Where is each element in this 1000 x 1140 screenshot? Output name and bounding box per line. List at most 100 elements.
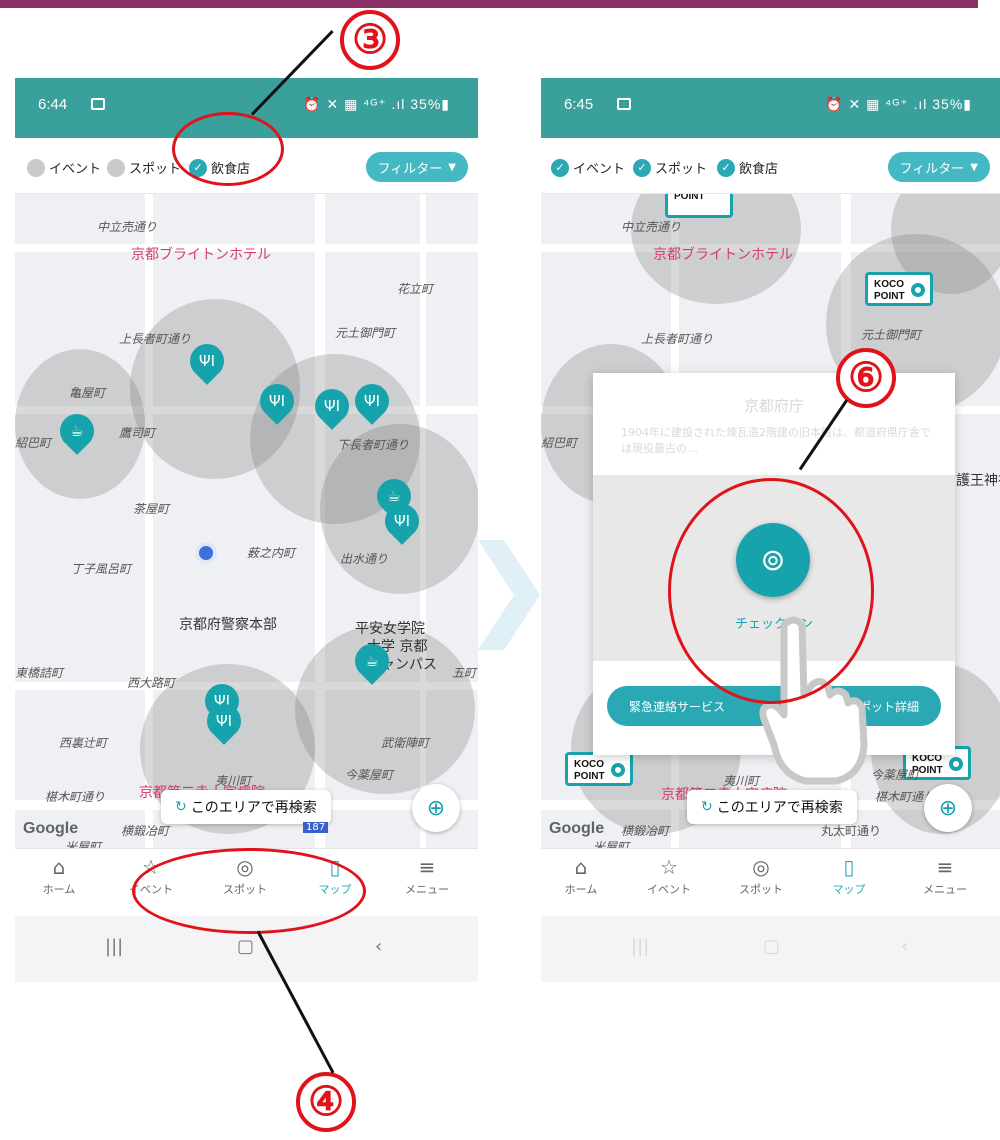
star-icon: ☆ [660, 855, 678, 879]
map-label: 東橋詰町 [15, 666, 64, 680]
map-label: 元土御門町 [335, 326, 396, 340]
map-label: 上長者町通り [119, 332, 192, 346]
fork-knife-icon: ΨΙ [260, 384, 294, 418]
next-step-arrow-icon [478, 540, 540, 650]
filter-event-label: イベント [49, 162, 102, 177]
nav-menu[interactable]: ≡ メニュー [905, 855, 985, 897]
filter-restaurant-checkbox[interactable]: ✓ 飲食店 [717, 158, 778, 177]
crosshair-icon: ⊕ [938, 795, 958, 821]
gallery-icon [91, 98, 105, 110]
map-label: 西裏辻町 [59, 736, 108, 750]
location-pin-icon: ◎ [752, 855, 770, 879]
restaurant-pin[interactable]: ΨΙ [260, 384, 294, 428]
top-accent-bar [0, 0, 978, 8]
nav-home[interactable]: ⌂ ホーム [19, 855, 99, 897]
cafe-pin[interactable]: ☕ [60, 414, 94, 458]
nav-home-label: ホーム [564, 883, 598, 896]
koco-point-text: KOCO [574, 759, 604, 770]
map-label: 京都府警察本部 [179, 617, 277, 633]
back-icon[interactable]: ‹ [375, 936, 382, 957]
recent-apps-icon[interactable]: ||| [105, 936, 123, 957]
coffee-cup-icon: ☕ [60, 414, 94, 448]
map-label: 護王神社 [956, 473, 1000, 489]
map-label: 武衛陣町 [381, 736, 430, 750]
home-icon: ⌂ [574, 855, 588, 879]
map-label: 平安女学院 [355, 621, 425, 637]
home-button-icon[interactable]: ▢ [237, 936, 254, 957]
map-view[interactable]: 中立売通り 京都ブライトンホテル 花立町 上長者町通り 元土御門町 亀屋町 鷹司… [15, 194, 478, 848]
filter-spot-checkbox[interactable]: ✓ スポット [633, 158, 707, 177]
home-icon: ⌂ [52, 855, 66, 879]
restaurant-pin[interactable]: ΨΙ [190, 344, 224, 388]
bottom-nav: ⌂ ホーム ☆ イベント ◎ スポット ▯ マップ ≡ メニュー [541, 848, 1000, 916]
koco-point-text: POINT [674, 194, 705, 202]
filter-button-label: フィルター [377, 161, 443, 177]
cafe-pin[interactable]: ☕ [355, 644, 389, 688]
nav-map[interactable]: ▯ マップ [809, 855, 889, 897]
restaurant-pin[interactable]: ΨΙ [385, 504, 419, 548]
map-label: 横鍛冶町 [621, 824, 670, 838]
koco-point-text: POINT [574, 771, 605, 782]
checkmark-icon: ✓ [551, 158, 569, 177]
map-icon: ▯ [843, 855, 855, 879]
fork-knife-icon: ΨΙ [207, 704, 241, 738]
filter-event-checkbox[interactable]: イベント [27, 158, 101, 177]
nav-menu[interactable]: ≡ メニュー [387, 855, 467, 897]
filter-button[interactable]: フィルター ▼ [887, 152, 990, 182]
tutorial-composite: 6:44 ⏰ ✕ ▦ ⁴ᴳ⁺ .ıl 35%▮ イベント スポット ✓ 飲食店 … [0, 0, 1000, 1140]
map-label: 横鍛冶町 [121, 824, 170, 838]
nav-spot-label: スポット [739, 883, 783, 896]
my-location-button[interactable]: ⊕ [412, 784, 460, 832]
annotation-ellipse-checkin [668, 478, 874, 704]
refresh-icon: ↻ [175, 799, 187, 815]
current-location-dot [195, 542, 217, 564]
koco-point-marker[interactable]: POINT [665, 194, 733, 218]
nav-spot[interactable]: ◎ スポット [721, 855, 801, 897]
annotation-ellipse-research [132, 848, 366, 934]
annotation-step-4: ④ [296, 1072, 356, 1132]
koco-point-text: KOCO [874, 279, 904, 290]
emergency-contact-label: 緊急連絡サービス [629, 699, 726, 714]
restaurant-pin[interactable]: ΨΙ [315, 389, 349, 433]
status-bar: 6:45 ⏰ ✕ ▦ ⁴ᴳ⁺ .ıl 35%▮ [541, 78, 1000, 138]
koco-point-marker[interactable]: KOCO POINT [865, 272, 933, 306]
back-icon[interactable]: ‹ [901, 936, 908, 957]
map-label: 京都ブライトンホテル [131, 247, 271, 263]
nav-home[interactable]: ⌂ ホーム [541, 855, 621, 897]
filter-button[interactable]: フィルター ▼ [365, 152, 468, 182]
research-area-button[interactable]: ↻ このエリアで再検索 [687, 790, 857, 824]
map-label: 中立売通り [621, 220, 682, 234]
modal-title: 京都府庁 [743, 397, 804, 415]
restaurant-pin[interactable]: ΨΙ [207, 704, 241, 748]
map-label: 京都ブライトンホテル [653, 247, 793, 263]
status-time: 6:45 [564, 96, 594, 113]
filter-restaurant-label: 飲食店 [739, 162, 779, 177]
research-area-button[interactable]: ↻ このエリアで再検索 [161, 790, 331, 824]
map-label: 茶屋町 [133, 502, 170, 516]
filter-spot-checkbox[interactable]: スポット [107, 158, 181, 177]
koco-point-marker[interactable]: KOCO POINT [565, 752, 633, 786]
nav-event[interactable]: ☆ イベント [629, 855, 709, 897]
gallery-icon [617, 98, 631, 110]
coffee-cup-icon: ☕ [355, 644, 389, 678]
map-label: 五町 [452, 666, 477, 680]
map-label: 花立町 [397, 282, 434, 296]
map-label: 薮之内町 [247, 546, 296, 560]
menu-icon: ≡ [418, 855, 436, 879]
recent-apps-icon[interactable]: ||| [631, 936, 649, 957]
annotation-ellipse-restaurant [172, 112, 284, 186]
filter-event-checkbox[interactable]: ✓ イベント [551, 158, 625, 177]
filter-spot-label: スポット [129, 162, 182, 177]
chevron-down-icon: ▼ [970, 161, 978, 173]
home-button-icon[interactable]: ▢ [763, 936, 780, 957]
map-label: 出水通り [340, 552, 389, 566]
map-label: 紹巴町 [15, 436, 52, 450]
map-label: 西大路町 [127, 676, 176, 690]
filter-event-label: イベント [573, 162, 626, 177]
my-location-button[interactable]: ⊕ [924, 784, 972, 832]
restaurant-pin[interactable]: ΨΙ [355, 384, 389, 428]
map-label: 丁子風呂町 [71, 562, 132, 576]
google-logo: Google [549, 820, 605, 837]
checkbox-off-icon [27, 158, 45, 177]
menu-icon: ≡ [936, 855, 954, 879]
